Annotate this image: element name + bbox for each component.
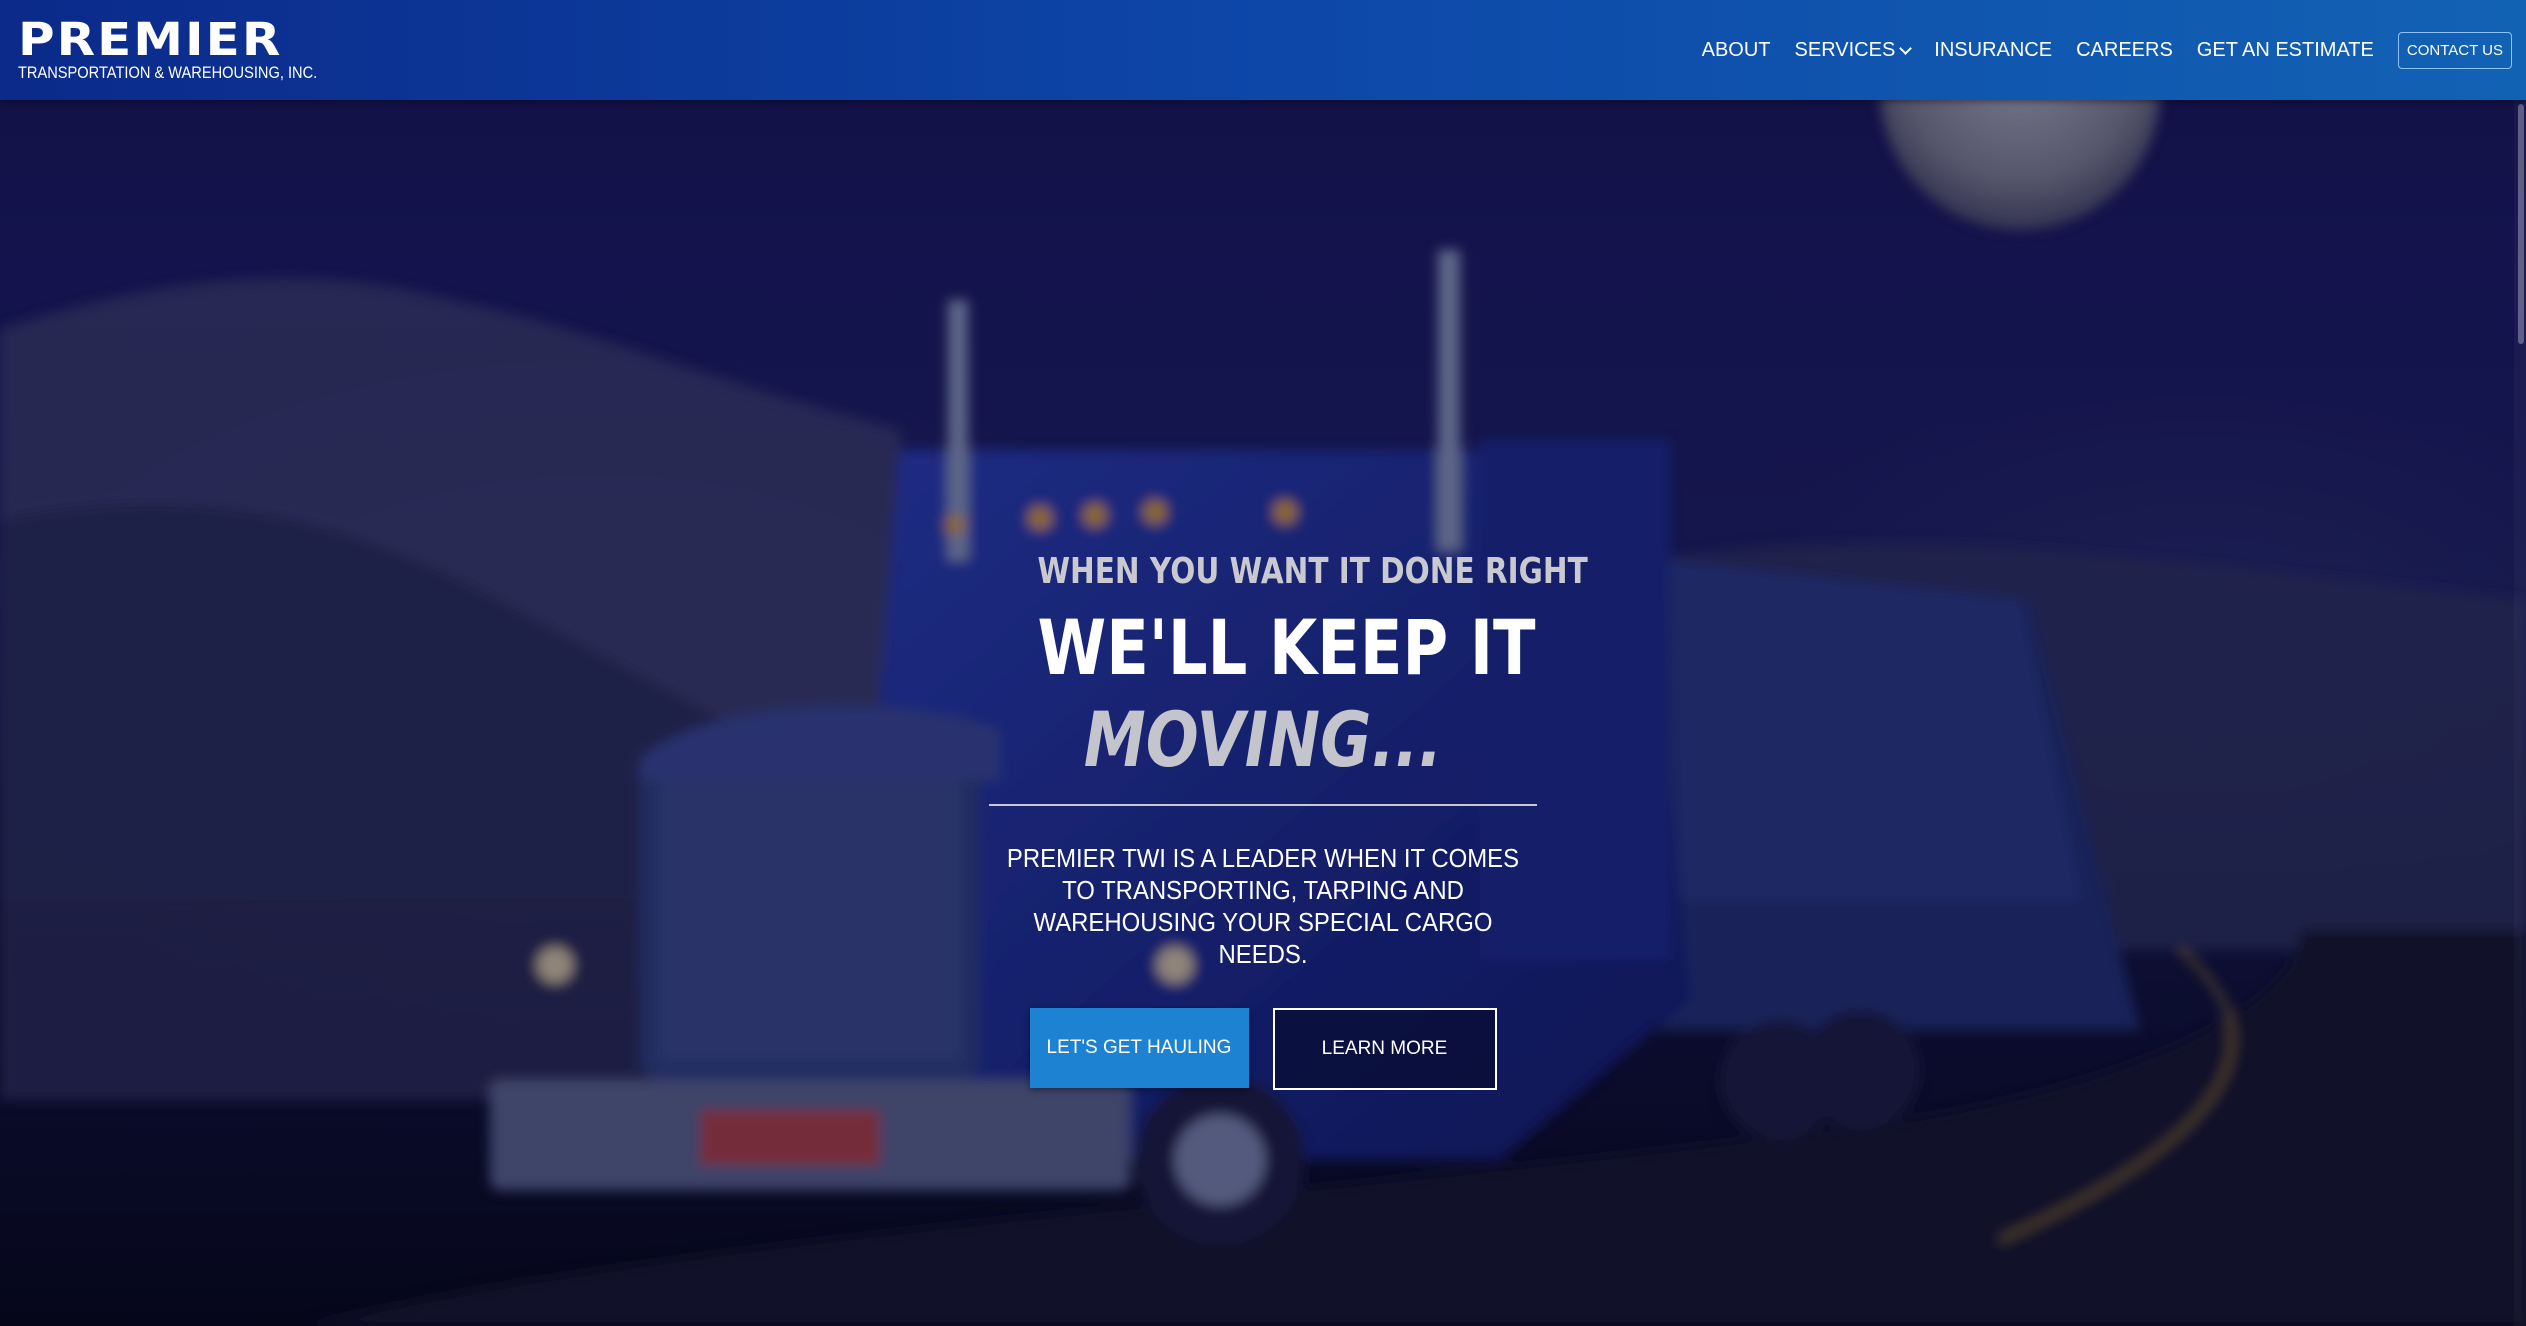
nav-item-label: INSURANCE [1934, 38, 2053, 61]
lets-get-hauling-button[interactable]: LET'S GET HAULING [1029, 1008, 1249, 1088]
logo[interactable]: PREMIER TRANSPORTATION & WAREHOUSING, IN… [18, 13, 366, 82]
logo-name: PREMIER [18, 13, 283, 66]
nav-item-get-an-estimate[interactable]: GET AN ESTIMATE [2197, 39, 2374, 62]
nav-item-insurance[interactable]: INSURANCE [1934, 39, 2052, 62]
logo-subtitle: TRANSPORTATION & WAREHOUSING, INC. [18, 63, 318, 82]
hero-cta-row: LET'S GET HAULING LEARN MORE [988, 1008, 1538, 1090]
nav-item-about[interactable]: ABOUT [1702, 39, 1771, 62]
nav-item-label: ABOUT [1701, 38, 1771, 61]
hero-tagline: PREMIER TWI IS A LEADER WHEN IT COMES TO… [1006, 843, 1520, 969]
chevron-down-icon [1899, 41, 1913, 55]
nav-item-label: CAREERS [2076, 38, 2173, 61]
contact-us-button[interactable]: CONTACT US [2397, 31, 2512, 69]
scrollbar-thumb[interactable] [2518, 104, 2524, 344]
page: PREMIER TRANSPORTATION & WAREHOUSING, IN… [0, 0, 2526, 1326]
hero-headline-line1: WE'LL KEEP IT [1037, 603, 1536, 692]
hero-content: WHEN YOU WANT IT DONE RIGHT WE'LL KEEP I… [988, 550, 1588, 1090]
hero-divider [989, 804, 1537, 806]
nav-item-label: GET AN ESTIMATE [2196, 38, 2374, 61]
nav-item-label: SERVICES [1794, 38, 1896, 61]
nav-item-services[interactable]: SERVICES [1794, 38, 1913, 62]
learn-more-button[interactable]: LEARN MORE [1272, 1008, 1497, 1090]
main-nav: ABOUT SERVICES INSURANCE CAREERS GET AN … [1678, 0, 2526, 100]
nav-item-careers[interactable]: CAREERS [2076, 39, 2173, 62]
site-header: PREMIER TRANSPORTATION & WAREHOUSING, IN… [0, 0, 2526, 100]
hero-eyebrow: WHEN YOU WANT IT DONE RIGHT [1037, 551, 1588, 592]
hero-headline-line2: MOVING... [1083, 695, 1443, 784]
page-scrollbar[interactable] [2514, 100, 2526, 1326]
